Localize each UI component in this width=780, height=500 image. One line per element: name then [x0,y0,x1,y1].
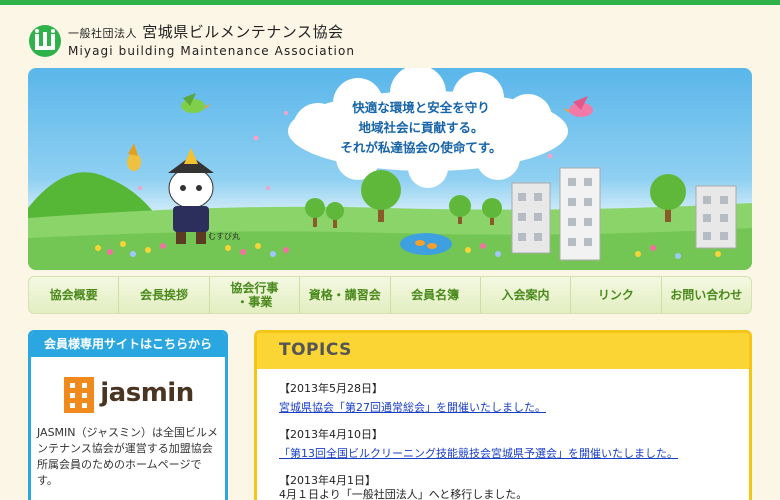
hero-tagline-line-2: 地域社会に貢献する。 [358,120,484,135]
topic-date: 【2013年4月10日】 [279,428,383,441]
jasmin-description: JASMIN（ジャスミン）は全国ビルメンテナンス協会が運営する加盟協会所属会員の… [37,426,218,487]
topic-item: 【2013年4月10日】 「第13回全国ビルクリーニング技能競技会宮城県予選会」… [257,428,749,461]
nav-item-label: リンク [597,288,634,302]
hero-tagline-line-1: 快適な環境と安全を守り [352,100,490,115]
nav-item-events[interactable]: 協会行事 ・事業 [210,277,301,313]
nav-item-label: 協会概要 [49,288,98,302]
nav-item-label: 資格・講習会 [308,288,381,302]
jasmin-logo-link[interactable]: jasmin [31,373,225,413]
nav-item-links[interactable]: リンク [571,277,662,313]
topic-link[interactable]: 宮城県協会「第27回通常総会」を開催いたしました。 [279,401,546,415]
members-site-heading: 会員様専用サイトはこちらから [31,333,225,357]
nav-item-label: 協会行事 ・事業 [230,281,279,309]
topics-box: TOPICS 【2013年5月28日】 宮城県協会「第27回通常総会」を開催いた… [254,330,752,500]
nav-item-greeting[interactable]: 会長挨拶 [119,277,210,313]
nav-item-label: 会長挨拶 [140,288,189,302]
association-logo-icon [29,25,61,57]
hero-tagline-line-3: それが私達協会の使命てす。 [340,140,502,155]
org-name-main: 宮城県ビルメンテナンス協会 [142,23,344,41]
nav-item-contact[interactable]: お問い合わせ [662,277,751,313]
topic-text: 4月１日より「一般社団法人」へと移行しました。 [279,488,528,500]
topic-item: 【2013年5月28日】 宮城県協会「第27回通常総会」を開催いたしました。 [257,382,749,415]
main-nav: 協会概要 会長挨拶 協会行事 ・事業 資格・講習会 会員名簿 入会案内 リンク … [28,276,752,314]
nav-item-label: 会員名簿 [411,288,460,302]
hero-tagline: 快適な環境と安全を守り 地域社会に貢献する。 それが私達協会の使命てす。 [316,98,526,158]
hero-banner: 快適な環境と安全を守り 地域社会に貢献する。 それが私達協会の使命てす。 むすび… [28,68,752,270]
org-name: 一般社団法人 宮城県ビルメンテナンス協会 [68,24,355,42]
topic-date: 【2013年4月1日】 [279,474,376,487]
topic-item: 【2013年4月1日】 4月１日より「一般社団法人」へと移行しました。 [257,474,749,500]
topic-date: 【2013年5月28日】 [279,382,383,395]
members-site-box: 会員様専用サイトはこちらから jasmin JASMIN（ジャスミン）は全国ビル… [28,330,228,500]
topics-heading: TOPICS [257,333,749,369]
site-logo[interactable]: 一般社団法人 宮城県ビルメンテナンス協会 Miyagi building Mai… [28,24,355,58]
nav-item-join[interactable]: 入会案内 [481,277,572,313]
org-type: 一般社団法人 [68,27,137,40]
jasmin-logo-text: jasmin [100,378,194,408]
nav-item-qualifications[interactable]: 資格・講習会 [300,277,391,313]
nav-item-label: 入会案内 [501,288,550,302]
mascot-name-label: むすび丸 [208,232,240,241]
nav-item-members[interactable]: 会員名簿 [391,277,481,313]
jasmin-building-icon [64,377,95,413]
top-accent-bar [0,0,780,5]
nav-item-label: お問い合わせ [670,288,743,302]
topic-link[interactable]: 「第13回全国ビルクリーニング技能競技会宮城県予選会」を開催いたしました。 [279,447,678,461]
org-name-en: Miyagi building Maintenance Association [68,44,356,58]
nav-item-about[interactable]: 協会概要 [29,277,120,313]
